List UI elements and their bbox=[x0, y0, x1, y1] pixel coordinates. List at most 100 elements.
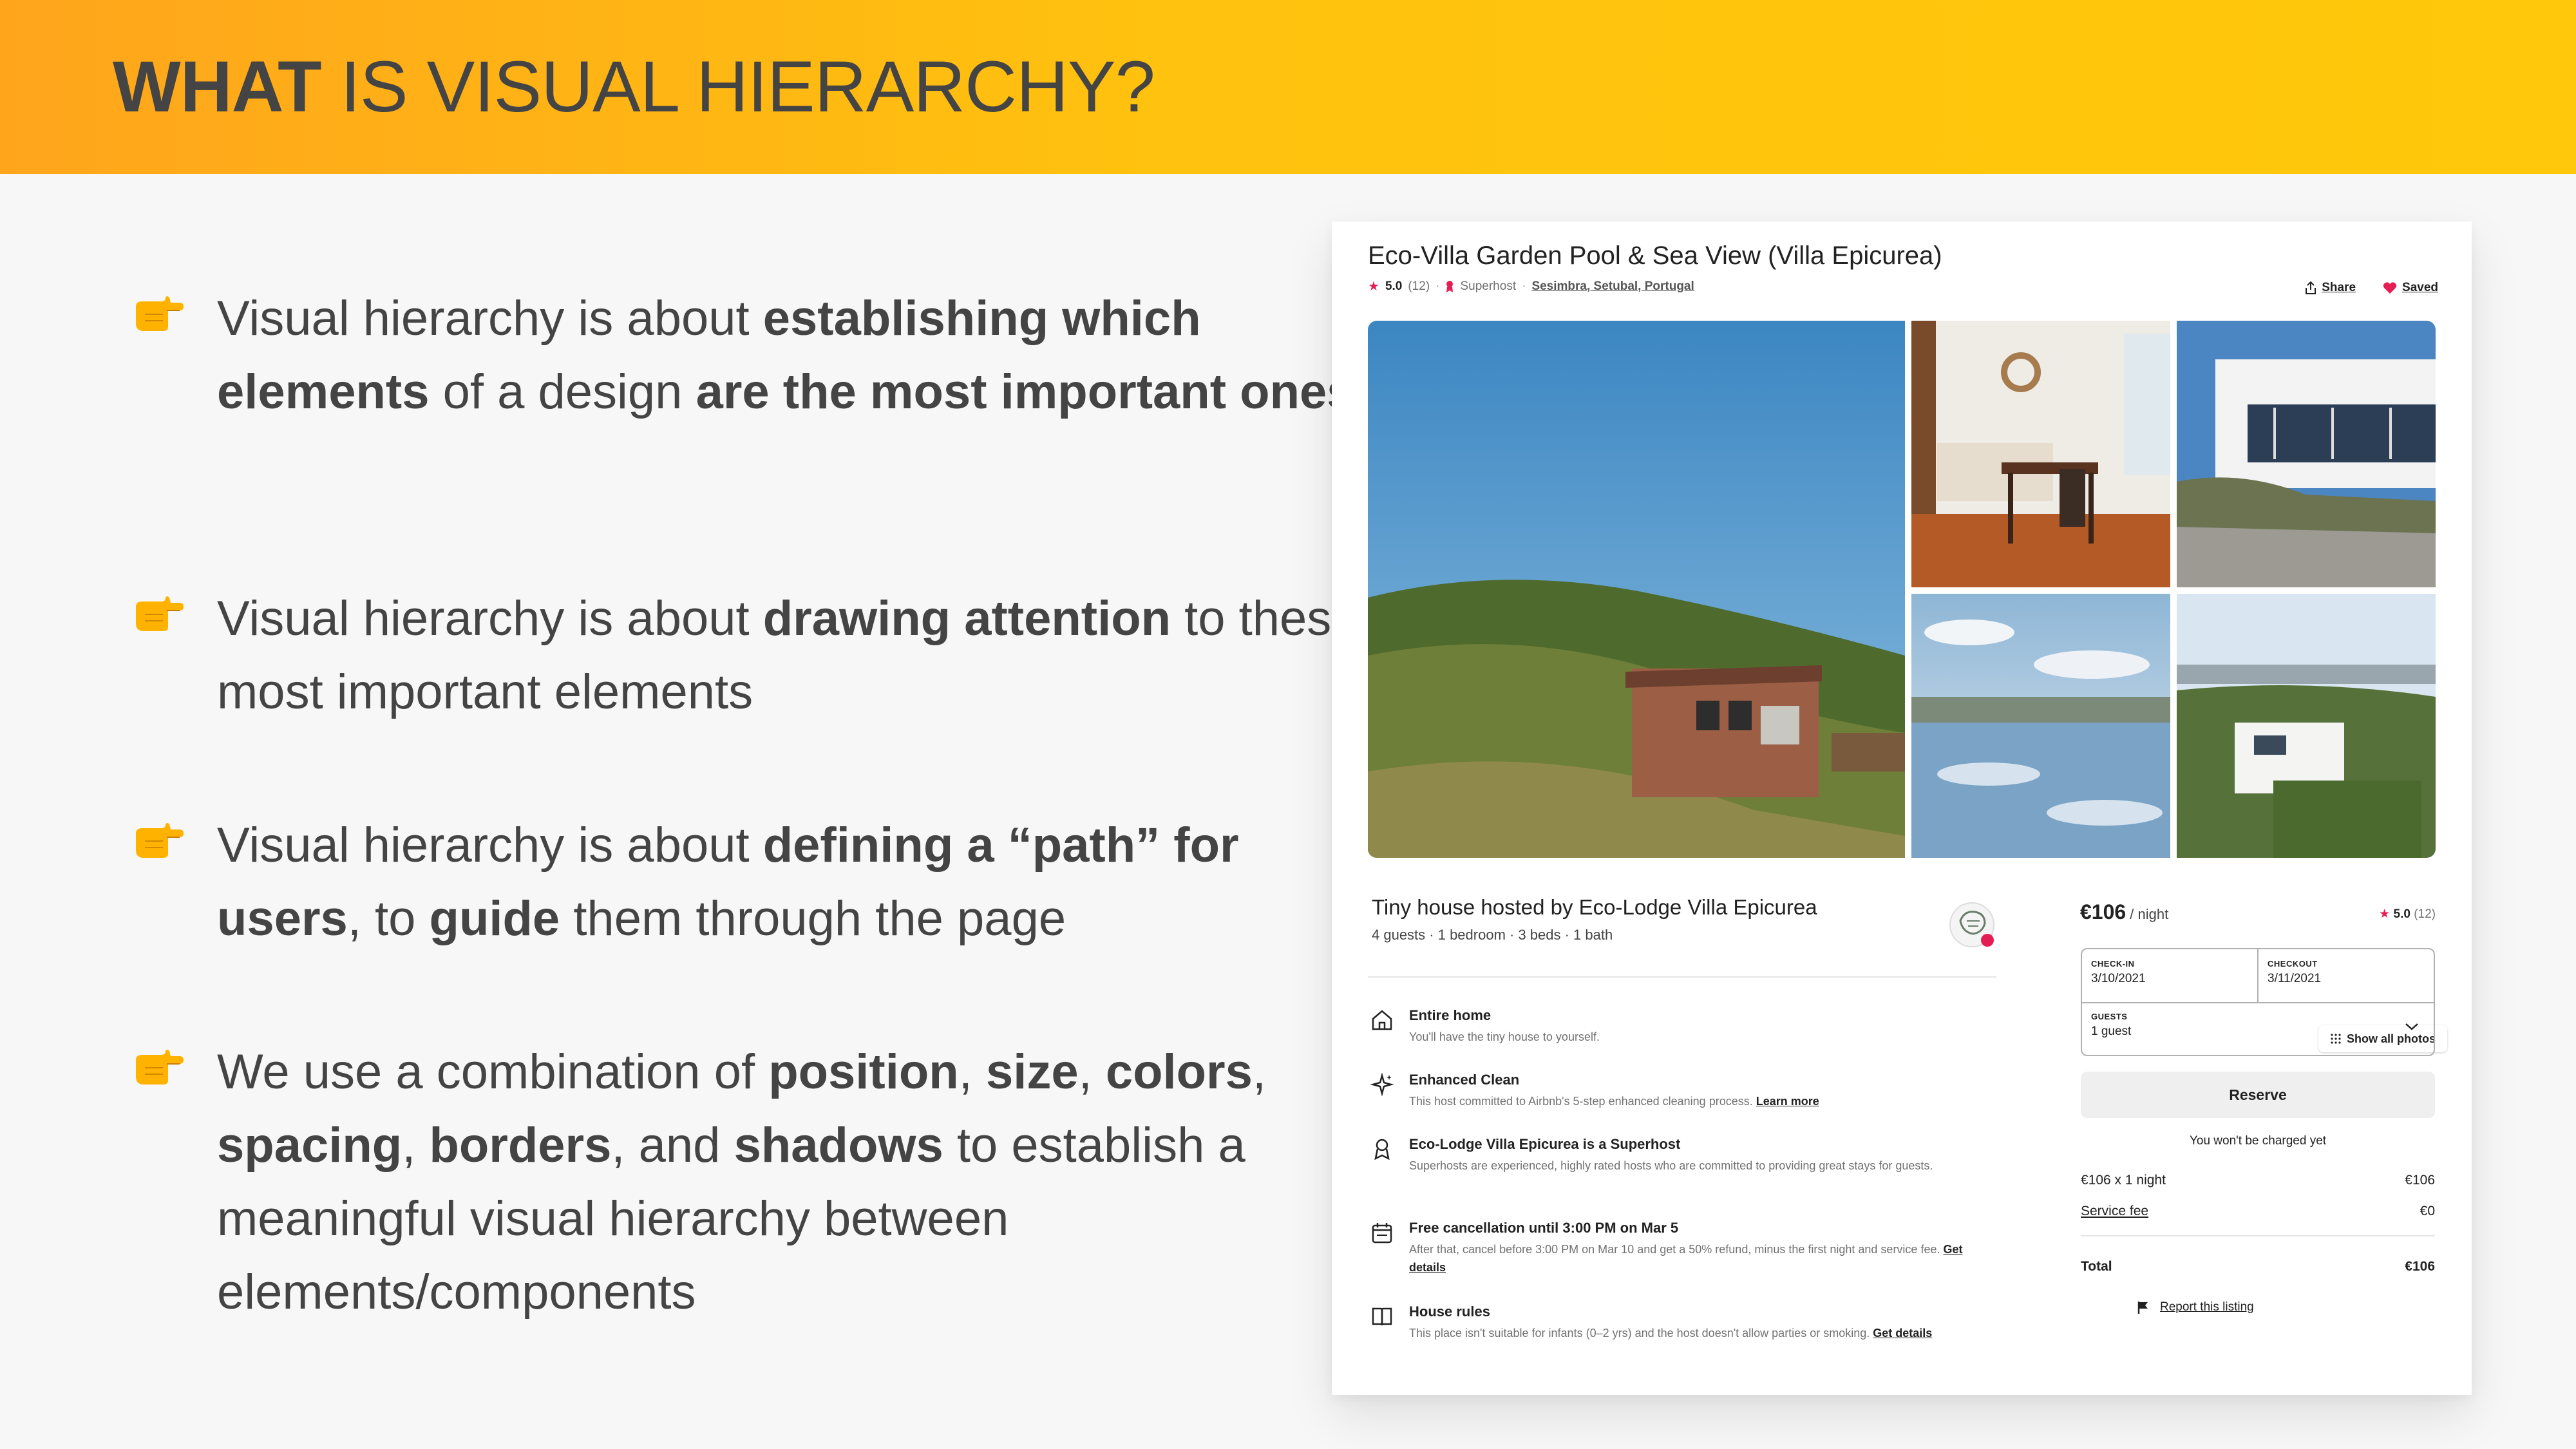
villa-exterior-image bbox=[2177, 321, 2436, 587]
checkout-field[interactable]: CHECKOUT 3/11/2021 bbox=[2259, 949, 2434, 1003]
pointing-right-hand-icon bbox=[136, 1050, 184, 1084]
bullet-emphasis: borders bbox=[429, 1118, 612, 1173]
main-photo-tiny-house[interactable] bbox=[1368, 321, 1905, 858]
bullet-text-run: Visual hierarchy is about bbox=[217, 818, 763, 873]
sparkles-icon bbox=[1370, 1073, 1394, 1096]
separator-dot: · bbox=[1522, 279, 1526, 293]
bullet-text: We use a combination of position, size , … bbox=[217, 1036, 1363, 1329]
chevron-down-icon bbox=[2405, 1023, 2418, 1030]
host-title: Tiny house hosted by Eco-Lodge Villa Epi… bbox=[1372, 895, 1817, 919]
calendar-icon bbox=[1372, 1223, 1392, 1244]
nightly-price: €106 / night bbox=[2080, 900, 2169, 923]
get-details-link[interactable]: Get details bbox=[1873, 1327, 1932, 1340]
bullet-emphasis: spacing bbox=[217, 1118, 402, 1173]
superhost-badge: Superhost bbox=[1460, 279, 1517, 293]
feature-title: Free cancellation until 3:00 PM on Mar 5 bbox=[1409, 1220, 1679, 1236]
divider bbox=[1368, 976, 1996, 978]
host-capacity: 4 guests · 1 bedroom · 3 beds · 1 bath bbox=[1372, 927, 1613, 943]
bullet-text-run: , bbox=[958, 1045, 986, 1099]
bullet-text-run: Visual hierarchy is about bbox=[217, 291, 763, 346]
listing-meta: ★ 5.0 (12) · Superhost · Sesimbra, Setub… bbox=[1368, 277, 1694, 296]
pointing-right-hand-icon bbox=[136, 296, 184, 331]
photo-pool-view[interactable] bbox=[1911, 594, 2170, 858]
bullet-emphasis: guide bbox=[429, 891, 560, 946]
title-banner: WHAT IS VISUAL HIERARCHY? bbox=[0, 0, 2576, 174]
bullet-emphasis: drawing attention bbox=[762, 591, 1171, 646]
listing-location-link[interactable]: Sesimbra, Setubal, Portugal bbox=[1531, 277, 1694, 296]
star-icon: ★ bbox=[2379, 907, 2391, 921]
heart-icon bbox=[2383, 282, 2397, 294]
reserve-button[interactable]: Reserve bbox=[2081, 1072, 2435, 1118]
host-avatar[interactable] bbox=[1949, 902, 1999, 952]
bullet-text-run: Visual hierarchy is about bbox=[217, 591, 763, 646]
book-icon bbox=[1372, 1307, 1392, 1326]
pointing-right-hand-icon bbox=[136, 823, 184, 858]
bullet-emphasis: size bbox=[985, 1045, 1079, 1099]
booking-rating: ★ 5.0 (12) bbox=[2379, 907, 2436, 921]
star-icon: ★ bbox=[1368, 279, 1379, 294]
listing-rating: 5.0 bbox=[1385, 279, 1403, 293]
airbnb-listing-screenshot: Eco-Villa Garden Pool & Sea View (Villa … bbox=[1332, 222, 2472, 1395]
bullet-emphasis: colors bbox=[1105, 1045, 1253, 1099]
listing-review-count[interactable]: (12) bbox=[1408, 277, 1430, 296]
separator-dot: · bbox=[1435, 279, 1440, 293]
total-line-item: Total €106 bbox=[2081, 1259, 2435, 1274]
feature-title: Entire home bbox=[1409, 1007, 1492, 1023]
villa-aerial-image bbox=[2177, 594, 2436, 858]
slide-title: WHAT IS VISUAL HIERARCHY? bbox=[113, 39, 1155, 135]
learn-more-link[interactable]: Learn more bbox=[1756, 1095, 1819, 1108]
bullet-text-run: them through the page bbox=[560, 891, 1066, 946]
slide-title-bold: WHAT bbox=[113, 46, 322, 127]
guests-select[interactable]: GUESTS 1 guest bbox=[2082, 1002, 2434, 1055]
pool-view-image bbox=[1911, 594, 2170, 858]
per-night-label: / night bbox=[2126, 906, 2169, 922]
feature-description: After that, cancel before 3:00 PM on Mar… bbox=[1409, 1243, 1963, 1274]
feature-description: This place isn't suitable for infants (0… bbox=[1409, 1327, 1933, 1340]
bullet-text-run: We use a combination of bbox=[217, 1045, 769, 1099]
pointing-right-hand-icon bbox=[136, 596, 184, 631]
feature-title: House rules bbox=[1409, 1303, 1490, 1320]
bullet-emphasis: shadows bbox=[734, 1118, 943, 1173]
bullet-text-run: , bbox=[1078, 1045, 1106, 1099]
bullet-text-run: , and bbox=[611, 1118, 734, 1173]
report-listing-link[interactable]: Report this listing bbox=[2137, 1298, 2254, 1316]
main-photo-image bbox=[1368, 321, 1905, 858]
slide-title-rest: IS VISUAL HIERARCHY? bbox=[321, 46, 1155, 127]
listing-title: Eco-Villa Garden Pool & Sea View (Villa … bbox=[1368, 242, 1942, 270]
bullet-emphasis: position bbox=[768, 1045, 959, 1099]
photo-villa-exterior[interactable] bbox=[2177, 321, 2436, 587]
saved-button[interactable]: Saved bbox=[2383, 278, 2438, 298]
bullet-text-run: , bbox=[1252, 1045, 1267, 1099]
feature-title: Eco-Lodge Villa Epicurea is a Superhost bbox=[1409, 1136, 1681, 1152]
photo-living-room[interactable] bbox=[1911, 321, 2170, 587]
share-icon bbox=[2306, 281, 2316, 294]
photo-villa-aerial[interactable] bbox=[2177, 594, 2436, 858]
bullet-text: Visual hierarchy is about establishing w… bbox=[217, 282, 1363, 429]
share-label: Share bbox=[2322, 281, 2356, 294]
bullet-text-run: of a design bbox=[429, 365, 696, 419]
share-button[interactable]: Share bbox=[2305, 278, 2356, 298]
booking-date-guest-box: CHECK-IN 3/10/2021 CHECKOUT 3/11/2021 GU… bbox=[2081, 948, 2435, 1056]
bullet-text-run: , bbox=[402, 1118, 430, 1173]
report-listing-label: Report this listing bbox=[2160, 1300, 2254, 1314]
feature-description: This host committed to Airbnb's 5-step e… bbox=[1409, 1095, 1819, 1108]
bullet-text: Visual hierarchy is about defining a “pa… bbox=[217, 809, 1363, 956]
medal-icon bbox=[1374, 1139, 1390, 1160]
service-fee-link[interactable]: Service fee bbox=[2081, 1204, 2148, 1218]
superhost-medal-icon bbox=[1446, 281, 1454, 292]
bullet-emphasis: are the most important ones bbox=[696, 365, 1354, 419]
home-icon bbox=[1372, 1010, 1392, 1030]
feature-description: You'll have the tiny house to yourself. bbox=[1409, 1030, 1600, 1043]
bullet-text-run: , to bbox=[347, 891, 430, 946]
checkin-field[interactable]: CHECK-IN 3/10/2021 bbox=[2082, 949, 2259, 1003]
service-fee-line-item: Service fee €0 bbox=[2081, 1204, 2435, 1218]
divider bbox=[2081, 1235, 2435, 1236]
listing-actions: Share Saved bbox=[2305, 278, 2438, 298]
saved-label: Saved bbox=[2402, 281, 2438, 294]
nightly-line-item: €106 x 1 night €106 bbox=[2081, 1173, 2435, 1188]
feature-title: Enhanced Clean bbox=[1409, 1072, 1520, 1088]
feature-description: Superhosts are experienced, highly rated… bbox=[1409, 1159, 1933, 1172]
flag-icon bbox=[2137, 1302, 2148, 1314]
bullet-text: Visual hierarchy is about drawing attent… bbox=[217, 582, 1363, 729]
not-charged-notice: You won't be charged yet bbox=[2189, 1134, 2327, 1148]
